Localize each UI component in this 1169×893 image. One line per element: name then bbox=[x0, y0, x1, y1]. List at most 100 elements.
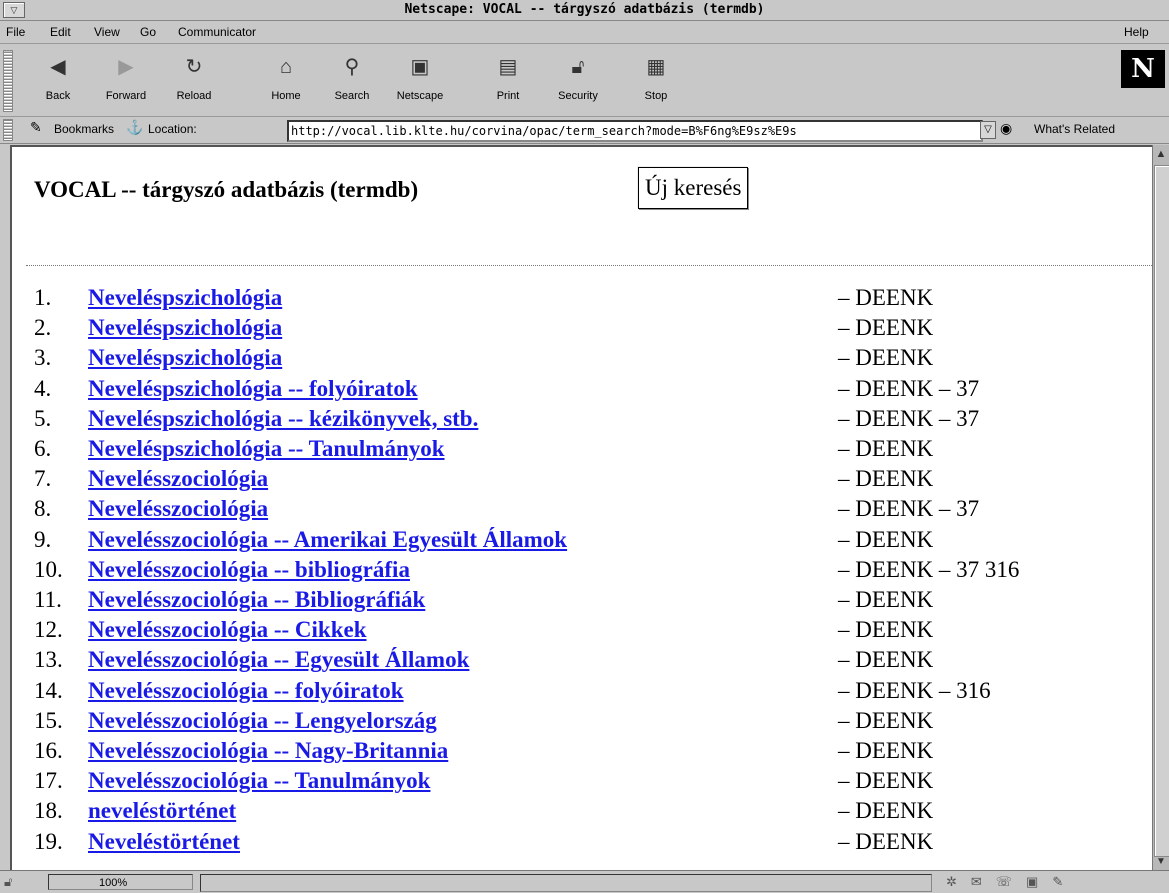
menu-go[interactable]: Go bbox=[140, 25, 156, 39]
vertical-scrollbar[interactable]: ▲ ▼ bbox=[1152, 145, 1169, 870]
source-label: – DEENK – 37 316 bbox=[838, 556, 1020, 582]
status-message bbox=[200, 874, 932, 892]
item-number: 16. bbox=[34, 738, 63, 763]
bookmarks-icon: ✎ bbox=[30, 119, 42, 135]
source-label: – DEENK bbox=[838, 768, 934, 794]
term-link[interactable]: Nevelésszociológia -- folyóiratok bbox=[88, 678, 404, 704]
source-label: – DEENK bbox=[838, 707, 934, 733]
term-link[interactable]: Nevelésszociológia -- Tanulmányok bbox=[88, 768, 430, 794]
item-number: 14. bbox=[34, 677, 63, 703]
source-label: – DEENK bbox=[838, 617, 934, 643]
stop-icon: ▦ bbox=[646, 56, 666, 78]
scrollbar-thumb[interactable] bbox=[1154, 165, 1169, 857]
term-link[interactable]: Nevelésszociológia -- bibliográfia bbox=[88, 557, 410, 583]
padlock-icon: 🔓︎ bbox=[571, 56, 585, 78]
whats-related-button[interactable]: What's Related bbox=[1034, 122, 1115, 136]
search-button[interactable]: ⚲ Search bbox=[322, 52, 382, 104]
security-lock-icon[interactable]: 🔓︎ bbox=[4, 874, 28, 890]
source-label: – DEENK bbox=[838, 587, 934, 612]
term-link[interactable]: Nevelésszociológia -- Lengyelország bbox=[88, 708, 437, 734]
bookmarks-button[interactable]: Bookmarks bbox=[54, 122, 114, 136]
page-title: VOCAL -- tárgyszó adatbázis (termdb) bbox=[34, 177, 419, 202]
print-button[interactable]: ▤ Print bbox=[478, 52, 538, 104]
term-link[interactable]: Nevelésszociológia bbox=[88, 466, 268, 492]
item-number: 17. bbox=[34, 768, 63, 794]
menu-help[interactable]: Help bbox=[1124, 25, 1149, 39]
item-number: 19. bbox=[34, 828, 63, 854]
term-link[interactable]: Nevelésszociológia -- Amerikai Egyesült … bbox=[88, 527, 567, 553]
scroll-up-arrow-icon[interactable]: ▲ bbox=[1154, 146, 1168, 162]
term-link[interactable]: Nevelésszociológia -- Cikkek bbox=[88, 617, 367, 643]
source-label: – DEENK bbox=[838, 436, 934, 461]
term-link[interactable]: Neveléspszichológia bbox=[88, 315, 282, 341]
new-search-button[interactable]: Új keresés bbox=[638, 167, 749, 209]
reload-icon: ↻ bbox=[185, 56, 203, 78]
location-bar-grip[interactable] bbox=[3, 119, 13, 141]
search-icon: ⚲ bbox=[344, 56, 360, 78]
progress-indicator: 100% bbox=[48, 874, 193, 890]
term-link[interactable]: neveléstörténet bbox=[88, 798, 236, 824]
window-title: Netscape: VOCAL -- tárgyszó adatbázis (t… bbox=[404, 2, 765, 17]
location-bar: ✎ Bookmarks ⚓ Location: http://vocal.lib… bbox=[0, 117, 1169, 144]
toolbar-grip[interactable] bbox=[3, 50, 13, 112]
source-label: – DEENK bbox=[838, 647, 934, 673]
item-number: 4. bbox=[34, 375, 52, 401]
url-dropdown-button[interactable]: ▽ bbox=[980, 121, 996, 139]
page-content: VOCAL -- tárgyszó adatbázis (termdb) Új … bbox=[10, 145, 1154, 872]
netscape-logo[interactable]: N bbox=[1121, 50, 1165, 88]
item-number: 7. bbox=[34, 466, 52, 492]
security-button[interactable]: 🔓︎ Security bbox=[548, 52, 608, 104]
item-number: 18. bbox=[34, 798, 63, 824]
term-link[interactable]: Neveléspszichológia -- Tanulmányok bbox=[88, 436, 445, 462]
item-number: 1. bbox=[34, 285, 52, 310]
printer-icon: ▤ bbox=[498, 56, 518, 78]
navigation-toolbar: ◀ Back ▶ Forward ↻ Reload ⌂ Home ⚲ Searc… bbox=[0, 44, 1169, 117]
item-number: 11. bbox=[34, 587, 62, 612]
item-number: 2. bbox=[34, 315, 52, 341]
item-number: 8. bbox=[34, 496, 52, 522]
source-label: – DEENK bbox=[838, 828, 934, 854]
menu-communicator[interactable]: Communicator bbox=[178, 25, 256, 39]
browser-window: ▽ Netscape: VOCAL -- tárgyszó adatbázis … bbox=[0, 0, 1169, 893]
source-label: – DEENK – 37 bbox=[838, 496, 980, 522]
component-tray-icons[interactable]: ✲✉☏▣✎ bbox=[946, 874, 1077, 890]
item-number: 15. bbox=[34, 707, 63, 733]
back-button[interactable]: ◀ Back bbox=[28, 52, 88, 104]
reload-button[interactable]: ↻ Reload bbox=[164, 52, 224, 104]
home-icon: ⌂ bbox=[279, 56, 293, 78]
location-label: Location: bbox=[148, 122, 197, 136]
term-link[interactable]: Neveléspszichológia bbox=[88, 285, 282, 311]
source-label: – DEENK bbox=[838, 345, 934, 371]
term-link[interactable]: Neveléspszichológia -- kézikönyvek, stb. bbox=[88, 406, 478, 432]
term-link[interactable]: Nevelésszociológia -- Bibliográfiák bbox=[88, 587, 425, 613]
term-link[interactable]: Nevelésszociológia -- Nagy-Britannia bbox=[88, 738, 448, 764]
menu-view[interactable]: View bbox=[94, 25, 120, 39]
home-button[interactable]: ⌂ Home bbox=[256, 52, 316, 104]
stop-button[interactable]: ▦ Stop bbox=[626, 52, 686, 104]
term-link[interactable]: Neveléspszichológia bbox=[88, 345, 282, 371]
source-label: – DEENK – 37 bbox=[838, 405, 980, 431]
title-bar: ▽ Netscape: VOCAL -- tárgyszó adatbázis … bbox=[0, 0, 1169, 21]
whats-related-icon: ◉ bbox=[1000, 120, 1013, 136]
menu-file[interactable]: File bbox=[6, 25, 25, 39]
term-link[interactable]: Neveléspszichológia -- folyóiratok bbox=[88, 376, 418, 402]
url-field[interactable]: http://vocal.lib.klte.hu/corvina/opac/te… bbox=[287, 120, 983, 142]
item-number: 9. bbox=[34, 526, 52, 552]
term-link[interactable]: Neveléstörténet bbox=[88, 829, 240, 855]
item-number: 13. bbox=[34, 647, 63, 673]
menu-edit[interactable]: Edit bbox=[50, 25, 71, 39]
back-arrow-icon: ◀ bbox=[50, 56, 66, 78]
forward-button[interactable]: ▶ Forward bbox=[96, 52, 156, 104]
source-label: – DEENK – 316 bbox=[838, 677, 991, 703]
term-link[interactable]: Nevelésszociológia bbox=[88, 496, 268, 522]
netscape-button[interactable]: ▣ Netscape bbox=[390, 52, 450, 104]
term-link[interactable]: Nevelésszociológia -- Egyesült Államok bbox=[88, 647, 469, 673]
item-number: 3. bbox=[34, 345, 52, 371]
source-label: – DEENK bbox=[838, 466, 934, 492]
item-number: 6. bbox=[34, 436, 52, 461]
source-label: – DEENK bbox=[838, 315, 934, 341]
item-number: 12. bbox=[34, 617, 63, 643]
item-number: 5. bbox=[34, 405, 52, 431]
source-label: – DEENK bbox=[838, 285, 934, 310]
scroll-down-arrow-icon[interactable]: ▼ bbox=[1154, 855, 1168, 869]
